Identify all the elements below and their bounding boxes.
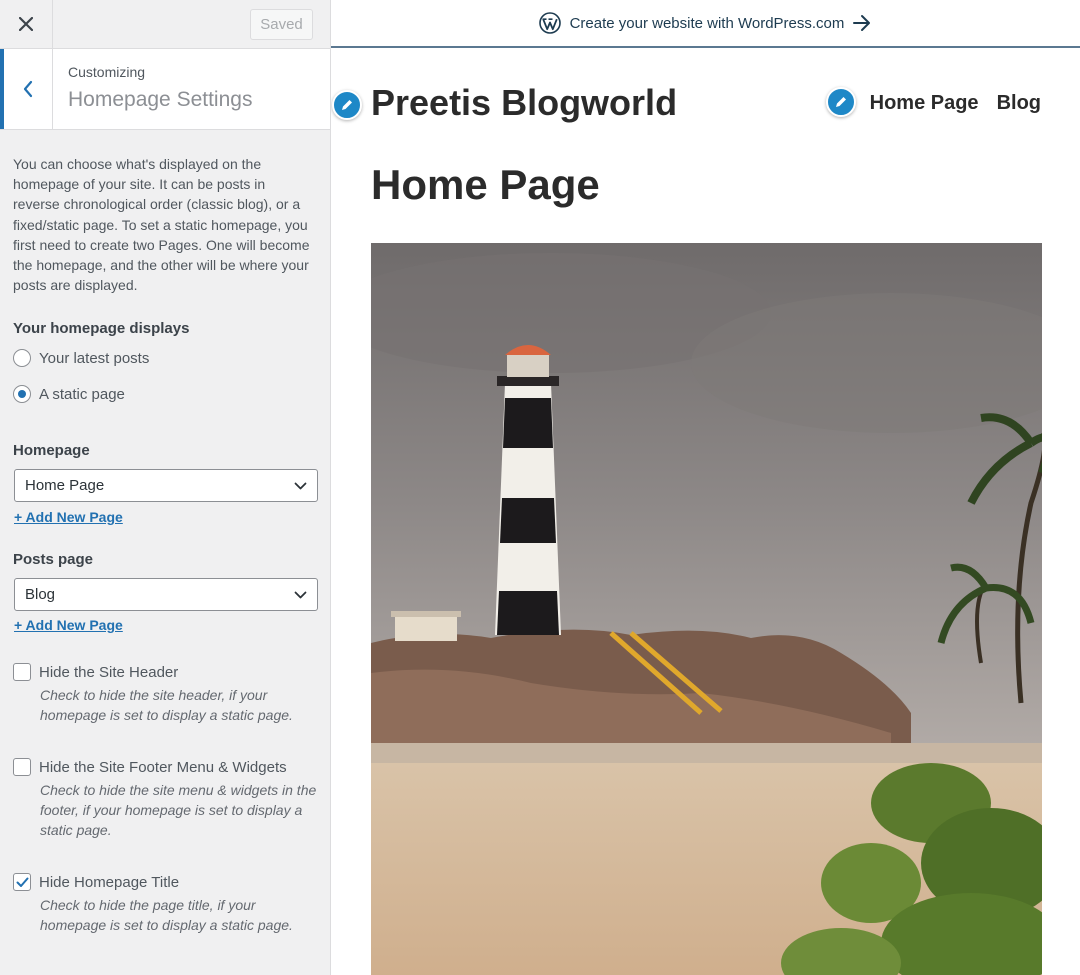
section-title: Homepage Settings: [68, 88, 253, 111]
chevron-left-icon: [23, 80, 33, 98]
checkbox[interactable]: [13, 663, 31, 681]
nav-item-blog[interactable]: Blog: [997, 92, 1041, 115]
radio-label: A static page: [39, 385, 125, 403]
homepage-select-value: Home Page: [25, 477, 105, 494]
section-description: You can choose what's displayed on the h…: [13, 156, 310, 294]
lighthouse-featured-image: [371, 243, 1042, 975]
homepage-displays-title: Your homepage displays: [13, 320, 190, 337]
primary-nav: Home Page Blog: [870, 92, 1041, 115]
page-title: Home Page: [371, 161, 600, 208]
wordpress-promo-banner[interactable]: Create your website with WordPress.com: [331, 0, 1080, 48]
checkbox-label: Hide the Site Header: [39, 663, 179, 681]
customizing-label: Customizing: [68, 64, 146, 80]
checkbox[interactable]: [13, 758, 31, 776]
edit-site-title-shortcut[interactable]: [332, 90, 362, 120]
radio-label: Your latest posts: [39, 349, 150, 367]
homepage-field-title: Homepage: [13, 442, 90, 459]
posts-page-field-title: Posts page: [13, 551, 94, 568]
pencil-icon: [342, 100, 352, 110]
posts-page-select[interactable]: Blog: [14, 578, 318, 611]
checkbox-description: Check to hide the site menu & widgets in…: [40, 782, 317, 838]
radio-button[interactable]: [13, 349, 31, 367]
edit-menu-shortcut[interactable]: [826, 87, 856, 117]
site-preview: Create your website with WordPress.com P…: [331, 0, 1080, 975]
chevron-down-icon: [294, 482, 307, 490]
customizer-panel: Saved Customizing Homepage Settings You …: [0, 0, 331, 975]
checkbox[interactable]: [13, 873, 31, 891]
posts-page-select-value: Blog: [25, 586, 56, 603]
lighthouse-photo: [371, 243, 1042, 975]
checkbox-description: Check to hide the site header, if your h…: [40, 687, 293, 723]
wordpress-logo-icon: [538, 12, 561, 34]
nav-item-home-page[interactable]: Home Page: [870, 92, 979, 115]
radio-button[interactable]: [13, 385, 31, 403]
banner-text: Create your website with WordPress.com: [569, 14, 845, 32]
add-new-homepage-link[interactable]: + Add New Page: [14, 509, 123, 525]
site-title[interactable]: Preetis Blogworld: [371, 82, 677, 124]
add-new-posts-page-link[interactable]: + Add New Page: [14, 617, 123, 633]
checkbox-label: Hide the Site Footer Menu & Widgets: [39, 758, 287, 776]
customizer-header: Saved: [0, 0, 330, 49]
checkbox-description: Check to hide the page title, if your ho…: [40, 897, 293, 933]
close-customizer-button[interactable]: [0, 0, 53, 48]
checkmark-icon: [16, 877, 29, 887]
arrow-right-icon: [853, 15, 871, 31]
checkbox-label: Hide Homepage Title: [39, 873, 180, 891]
radio-static-page[interactable]: A static page: [13, 385, 125, 403]
hide-site-header-checkbox-row[interactable]: Hide the Site Header: [13, 663, 178, 681]
radio-latest-posts[interactable]: Your latest posts: [13, 349, 149, 367]
section-header: Customizing Homepage Settings: [0, 49, 330, 130]
homepage-select[interactable]: Home Page: [14, 469, 318, 502]
close-icon: [19, 17, 33, 31]
hide-homepage-title-checkbox-row[interactable]: Hide Homepage Title: [13, 873, 179, 891]
saved-button[interactable]: Saved: [250, 9, 313, 40]
chevron-down-icon: [294, 591, 307, 599]
hide-footer-checkbox-row[interactable]: Hide the Site Footer Menu & Widgets: [13, 758, 287, 776]
back-button[interactable]: [0, 49, 53, 129]
pencil-icon: [836, 97, 846, 107]
